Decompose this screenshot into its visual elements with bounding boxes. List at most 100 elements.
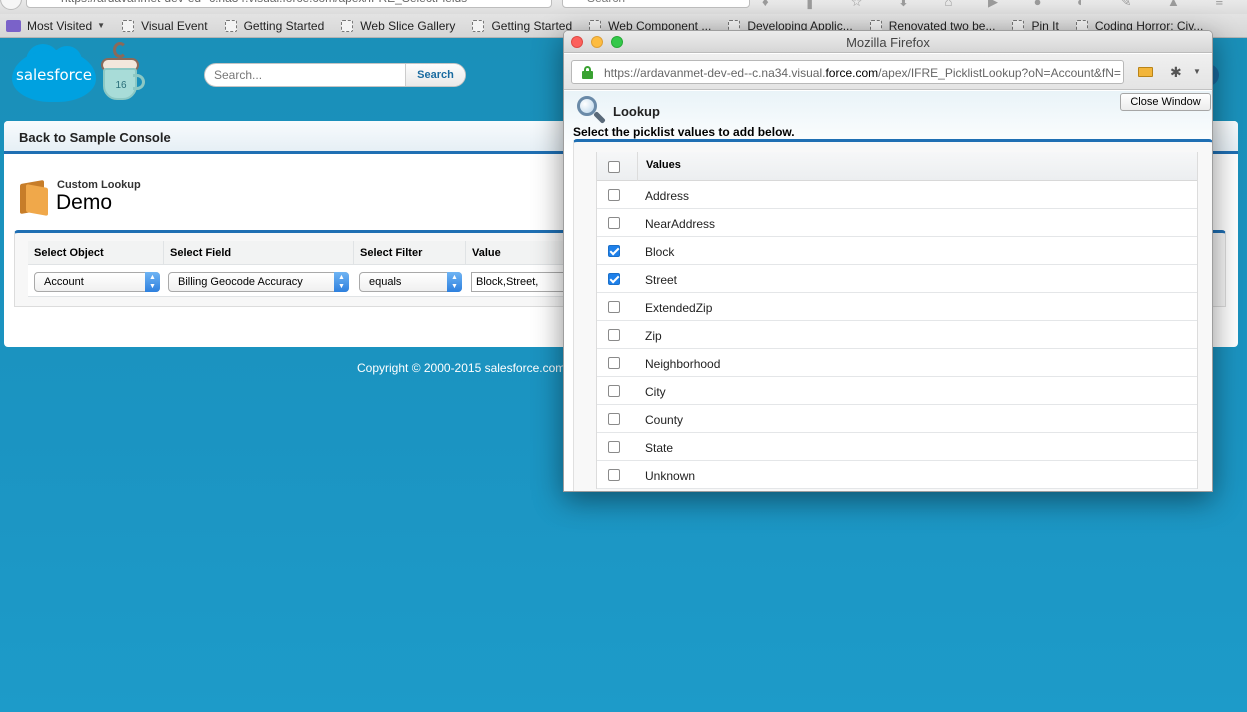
lookup-popup-window: Mozilla Firefox https://ardavanmet-dev-e… (563, 30, 1213, 492)
browser-url-field[interactable]: https://ardavanmet-dev-ed--c.na34.visual… (26, 0, 552, 8)
filter-row: Account ▲ ▼ Billing Geocode Accuracy ▲ ▼ e… (28, 265, 588, 297)
value-row[interactable]: Neighborhood (597, 349, 1197, 377)
value-checkbox[interactable] (608, 217, 620, 229)
value-row[interactable]: Zip (597, 321, 1197, 349)
page-icon (341, 19, 354, 32)
value-checkbox[interactable] (608, 329, 620, 341)
select-arrows-icon: ▲ ▼ (334, 272, 349, 292)
object-select[interactable]: Account ▲ ▼ (34, 272, 160, 292)
global-search: Search (204, 63, 466, 87)
browser-toolbar: https://ardavanmet-dev-ed--c.na34.visual… (0, 0, 1247, 14)
value-checkbox[interactable] (608, 273, 620, 285)
page-subtitle: Custom Lookup (57, 179, 141, 191)
popup-url-field[interactable]: https://ardavanmet-dev-ed--c.na34.visual… (571, 60, 1124, 84)
salesforce-logo[interactable]: salesforce (12, 44, 96, 102)
value-label: Block (645, 245, 675, 259)
values-list-frame: Values Address NearAddress Block Street Exte… (573, 139, 1212, 491)
copyright-text: Copyright © 2000-2015 salesforce.com (357, 361, 566, 375)
bookmark-item[interactable]: Visual Event (122, 19, 208, 33)
value-checkbox[interactable] (608, 357, 620, 369)
column-header-field: Select Field (164, 241, 354, 265)
value-label: Unknown (645, 469, 696, 483)
back-button[interactable] (0, 0, 22, 10)
value-checkbox[interactable] (608, 245, 620, 257)
bookmark-label: Getting Started (491, 18, 573, 33)
values-column-header: Values (646, 159, 681, 171)
filter-select-value: equals (369, 276, 402, 288)
popup-titlebar[interactable]: Mozilla Firefox (564, 31, 1212, 53)
magnifier-icon (575, 94, 607, 126)
page-icon (224, 19, 237, 32)
column-header-filter: Select Filter (354, 241, 466, 265)
value-checkbox[interactable] (608, 385, 620, 397)
column-header-object: Select Object (28, 241, 164, 265)
reader-view-icon[interactable] (1138, 67, 1153, 77)
search-button[interactable]: Search (405, 64, 465, 86)
bookmark-label: Web Slice Gallery (360, 18, 456, 33)
select-all-checkbox[interactable] (608, 161, 620, 173)
url-suffix: /apex/IFRE_PicklistLookup?oN=Account&fN= (878, 66, 1121, 80)
value-label: Zip (645, 329, 662, 343)
bookmark-label: Visual Event (141, 18, 208, 33)
select-arrows-icon: ▲ ▼ (145, 272, 160, 292)
value-row[interactable]: NearAddress (597, 209, 1197, 237)
value-checkbox[interactable] (608, 301, 620, 313)
toolbar-icons[interactable]: ♦ ❚ ☆ ⬇ ⌂ ▶ ● ◐ ✎ ▲ ≡ (762, 0, 1239, 10)
values-table-header: Values (597, 152, 1197, 181)
filter-table: Select Object Select Field Select Filter… (28, 241, 588, 297)
extension-icon[interactable]: ✱ (1170, 64, 1182, 81)
values-table: Values Address NearAddress Block Street Exte… (596, 152, 1198, 489)
bookmark-item[interactable]: Most Visited ▼ (0, 19, 105, 33)
value-label: City (645, 385, 666, 399)
bookmark-item[interactable]: Web Slice Gallery (341, 19, 455, 33)
close-window-icon[interactable] (571, 36, 583, 48)
browser-search-field[interactable]: Search (562, 0, 750, 8)
popup-window-title: Mozilla Firefox (846, 35, 930, 50)
folder-icon (6, 19, 21, 32)
lookup-title: Lookup (613, 104, 660, 119)
minimize-window-icon[interactable] (591, 36, 603, 48)
value-label: Address (645, 189, 690, 203)
bookmark-label: Most Visited (27, 18, 93, 33)
popup-content: Lookup Close Window Select the picklist … (564, 91, 1212, 491)
lookup-instructions: Select the picklist values to add below. (573, 125, 795, 139)
field-select-value: Billing Geocode Accuracy (178, 276, 303, 288)
maximize-window-icon[interactable] (611, 36, 623, 48)
url-domain: force.com (825, 66, 879, 80)
page-title: Demo (56, 191, 113, 214)
search-input[interactable] (205, 64, 405, 86)
release-number: 16 (115, 80, 127, 91)
value-label: Street (645, 273, 678, 287)
folder-icon (20, 179, 48, 216)
value-checkbox[interactable] (608, 413, 620, 425)
bookmark-item[interactable]: Getting Started (472, 19, 572, 33)
value-row[interactable]: Address (597, 181, 1197, 209)
lock-icon (582, 66, 593, 79)
value-label: NearAddress (645, 217, 716, 231)
logo-text: salesforce (16, 66, 92, 84)
value-row[interactable]: Block (597, 237, 1197, 265)
url-prefix: https://ardavanmet-dev-ed--c.na34.visual… (604, 66, 826, 80)
bookmark-item[interactable]: Getting Started (224, 19, 324, 33)
chevron-down-icon: ▼ (97, 21, 106, 30)
value-row[interactable]: State (597, 433, 1197, 461)
value-label: ExtendedZip (645, 301, 713, 315)
value-checkbox[interactable] (608, 189, 620, 201)
value-row[interactable]: ExtendedZip (597, 293, 1197, 321)
value-row[interactable]: County (597, 405, 1197, 433)
chevron-down-icon[interactable]: ▼ (1193, 67, 1201, 76)
value-label: County (645, 413, 684, 427)
value-label: Neighborhood (645, 357, 721, 371)
page-icon (122, 19, 135, 32)
value-checkbox[interactable] (608, 469, 620, 481)
value-row[interactable]: Street (597, 265, 1197, 293)
mascot-mug-icon: 16 (101, 42, 147, 102)
close-window-button[interactable]: Close Window (1120, 93, 1211, 111)
filter-select[interactable]: equals ▲ ▼ (359, 272, 462, 292)
object-select-value: Account (44, 276, 84, 288)
page-icon (472, 19, 485, 32)
value-row[interactable]: Unknown (597, 461, 1197, 489)
field-select[interactable]: Billing Geocode Accuracy ▲ ▼ (168, 272, 349, 292)
value-checkbox[interactable] (608, 441, 620, 453)
value-row[interactable]: City (597, 377, 1197, 405)
